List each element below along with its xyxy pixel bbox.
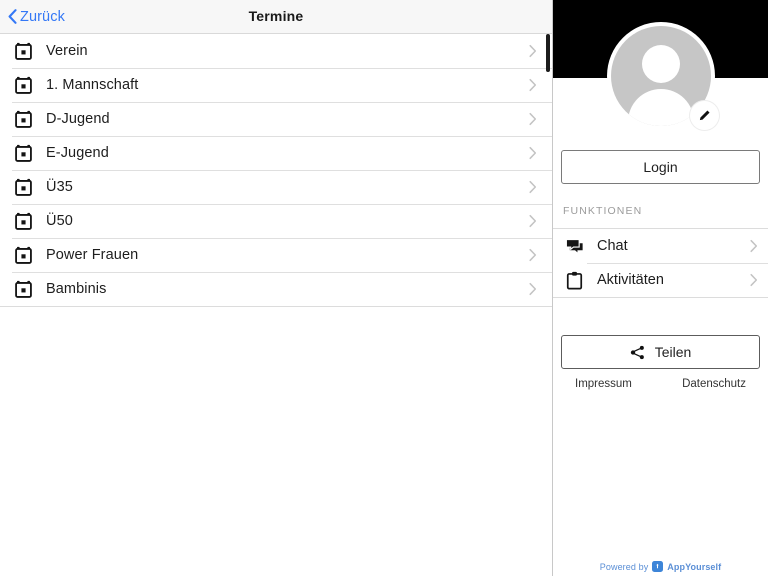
impressum-link[interactable]: Impressum	[575, 378, 632, 390]
chevron-right-icon	[529, 146, 537, 160]
navigation-bar: Zurück Termine	[0, 0, 552, 34]
appointments-panel: Zurück Termine Verein 1. Mannschaft D-Ju…	[0, 0, 553, 576]
list-item-label: Ü35	[46, 179, 73, 195]
calendar-icon	[12, 278, 34, 300]
clipboard-icon	[563, 269, 585, 291]
scrollbar-thumb[interactable]	[546, 34, 550, 72]
calendar-icon	[12, 74, 34, 96]
calendar-icon	[12, 176, 34, 198]
datenschutz-link[interactable]: Datenschutz	[682, 378, 746, 390]
list-item-label: E-Jugend	[46, 145, 109, 161]
list-item-label: Bambinis	[46, 281, 107, 297]
list-item-label: 1. Mannschaft	[46, 77, 139, 93]
appointments-list: Verein 1. Mannschaft D-Jugend E-Jugend Ü…	[0, 34, 552, 307]
sidebar-item-label: Chat	[597, 238, 628, 254]
share-icon	[630, 345, 644, 359]
avatar[interactable]	[606, 22, 719, 130]
calendar-icon	[12, 244, 34, 266]
list-item[interactable]: Verein	[0, 34, 552, 68]
sidebar-item-label: Aktivitäten	[597, 272, 664, 288]
list-item[interactable]: Bambinis	[0, 272, 552, 306]
chevron-right-icon	[529, 44, 537, 58]
list-scrollbar[interactable]	[546, 34, 550, 305]
appyourself-brand-label: AppYourself	[667, 561, 722, 572]
chevron-right-icon	[529, 214, 537, 228]
sidebar-item-aktivitaeten[interactable]: Aktivitäten	[553, 263, 768, 297]
list-item[interactable]: Power Frauen	[0, 238, 552, 272]
avatar-body	[627, 89, 694, 126]
calendar-icon	[12, 40, 34, 62]
chevron-right-icon	[529, 112, 537, 126]
list-item[interactable]: Ü50	[0, 204, 552, 238]
calendar-icon	[12, 108, 34, 130]
functions-section-header: FUNKTIONEN	[563, 205, 643, 217]
edit-avatar-button[interactable]	[689, 101, 719, 130]
calendar-icon	[12, 210, 34, 232]
functions-list: Chat Aktivitäten	[553, 228, 768, 298]
login-button-label: Login	[643, 159, 678, 175]
sidebar-item-chat[interactable]: Chat	[553, 229, 768, 263]
pencil-icon	[699, 110, 710, 121]
powered-by-label: Powered by	[599, 561, 649, 572]
list-item[interactable]: Ü35	[0, 170, 552, 204]
powered-by-footer[interactable]: Powered by AppYourself	[553, 561, 768, 572]
chevron-right-icon	[529, 180, 537, 194]
chevron-right-icon	[750, 273, 758, 287]
chevron-right-icon	[529, 248, 537, 262]
chevron-right-icon	[529, 78, 537, 92]
appyourself-badge-icon	[652, 561, 664, 572]
list-item-label: Power Frauen	[46, 247, 139, 263]
list-item-label: Ü50	[46, 213, 73, 229]
calendar-icon	[12, 142, 34, 164]
chat-bubbles-icon	[563, 235, 585, 257]
chevron-right-icon	[750, 239, 758, 253]
legal-links: Impressum Datenschutz	[553, 378, 768, 390]
page-title: Termine	[248, 8, 304, 24]
list-item[interactable]: E-Jugend	[0, 136, 552, 170]
share-button[interactable]: Teilen	[561, 335, 760, 369]
list-item-label: D-Jugend	[46, 111, 110, 127]
app-root: Zurück Termine Verein 1. Mannschaft D-Ju…	[0, 0, 768, 576]
avatar-head	[641, 45, 680, 83]
login-button[interactable]: Login	[561, 150, 760, 184]
share-button-label: Teilen	[654, 344, 692, 360]
list-item-label: Verein	[46, 43, 88, 59]
chevron-right-icon	[529, 282, 537, 296]
sidebar-panel: Login FUNKTIONEN Chat Aktivitäten Teilen…	[553, 0, 768, 576]
list-item[interactable]: 1. Mannschaft	[0, 68, 552, 102]
list-item[interactable]: D-Jugend	[0, 102, 552, 136]
